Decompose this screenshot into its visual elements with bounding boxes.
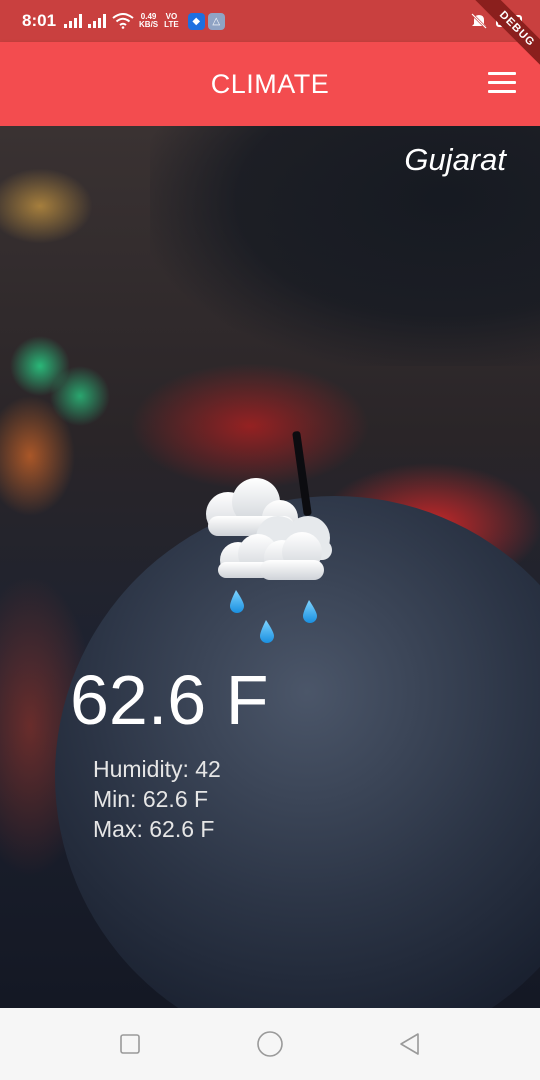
city-name: Gujarat — [404, 142, 506, 177]
recent-apps-icon[interactable] — [113, 1027, 147, 1061]
rain-cloud-icon — [206, 478, 332, 643]
cloud-bottom — [218, 532, 324, 580]
app-bar: CLIMATE — [0, 42, 540, 126]
max-temp: Max: 62.6 F — [93, 816, 215, 842]
app-title: CLIMATE — [210, 68, 330, 99]
home-icon[interactable] — [253, 1027, 287, 1061]
weather-details: Humidity: 42 Min: 62.6 F Max: 62.6 F — [93, 754, 221, 844]
signal-icon-2 — [88, 14, 107, 28]
min-temp: Min: 62.6 F — [93, 786, 209, 812]
menu-icon[interactable] — [488, 72, 516, 94]
nav-bar — [0, 1008, 540, 1080]
status-bar: 8:01 0.49 KB/S VO LTE ◆ △ 98 — [0, 0, 540, 42]
temperature: 62.6 F — [70, 661, 269, 739]
net-speed-unit: KB/S — [139, 20, 159, 29]
mute-icon — [471, 13, 487, 29]
app-notification-icon-2: △ — [207, 12, 225, 30]
signal-icon — [64, 14, 83, 28]
back-icon[interactable] — [393, 1027, 427, 1061]
wifi-icon — [112, 13, 134, 29]
app-notification-icon: ◆ — [187, 12, 205, 30]
volte-bottom: LTE — [164, 20, 179, 29]
net-speed: 0.49 KB/S — [139, 13, 158, 29]
status-time: 8:01 — [22, 11, 57, 30]
volte-indicator: VO LTE — [164, 13, 179, 29]
screen: 8:01 0.49 KB/S VO LTE ◆ △ 98 DEBUG — [0, 0, 540, 1080]
humidity: Humidity: 42 — [93, 756, 221, 782]
